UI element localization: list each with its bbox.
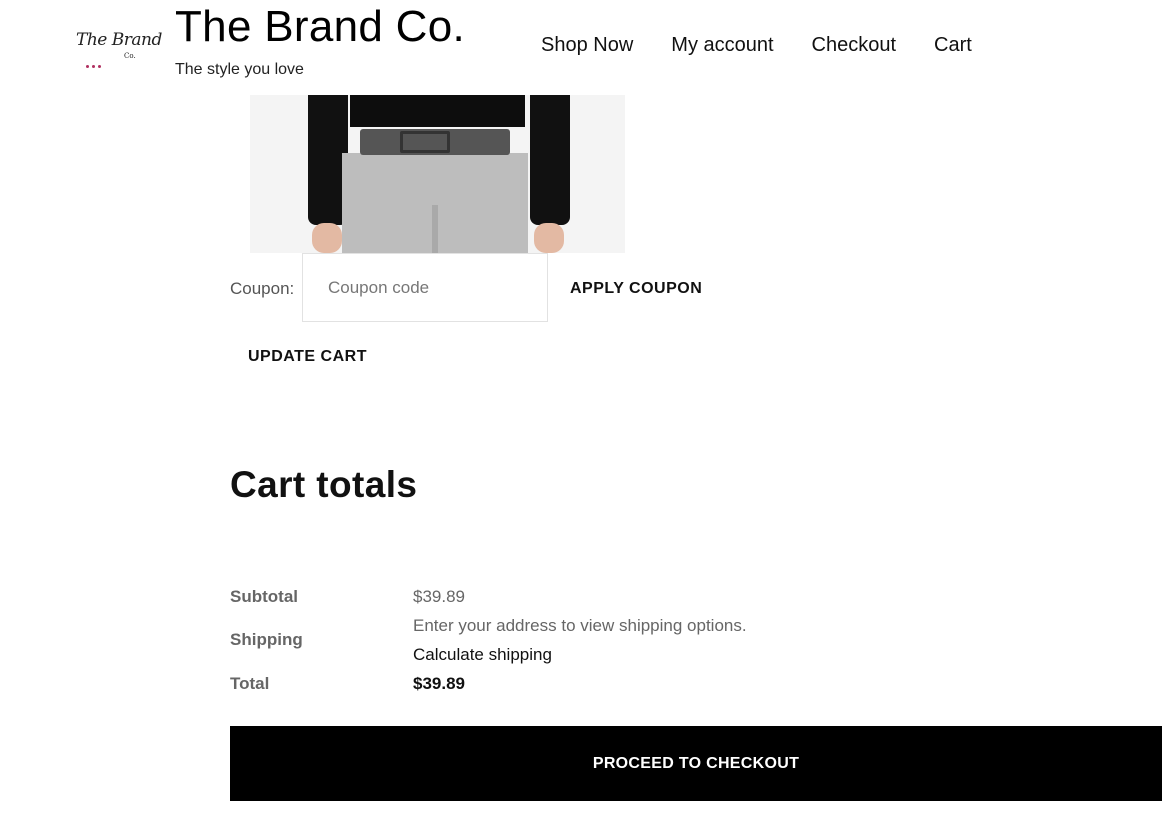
shipping-label: Shipping	[230, 630, 303, 649]
nav-shop-now[interactable]: Shop Now	[541, 34, 633, 57]
belt-buckle	[400, 131, 450, 153]
brand-logo[interactable]: The Brand Co.	[76, 28, 162, 68]
nav-checkout[interactable]: Checkout	[812, 34, 897, 57]
coupon-label: Coupon:	[230, 279, 295, 298]
total-label: Total	[230, 674, 270, 693]
shirt-torso	[350, 95, 525, 127]
site-title[interactable]: The Brand Co.	[175, 2, 465, 52]
cart-totals-heading: Cart totals	[230, 464, 418, 505]
coupon-code-input[interactable]	[302, 253, 548, 322]
product-image[interactable]	[250, 95, 625, 253]
shirt-sleeve-right	[530, 95, 570, 225]
calculate-shipping-link[interactable]: Calculate shipping	[413, 645, 552, 665]
main-nav: Shop Now My account Checkout Cart	[541, 34, 1010, 57]
hand-left	[312, 223, 342, 253]
logo-dots-icon	[86, 55, 104, 73]
update-cart-button[interactable]: UPDATE CART	[248, 348, 367, 366]
nav-cart[interactable]: Cart	[934, 34, 972, 57]
proceed-to-checkout-button[interactable]: PROCEED TO CHECKOUT	[230, 726, 1162, 801]
apply-coupon-button[interactable]: APPLY COUPON	[570, 280, 702, 298]
logo-sub-text: Co.	[124, 52, 136, 60]
site-tagline: The style you love	[175, 61, 304, 78]
nav-my-account[interactable]: My account	[671, 34, 773, 57]
hand-right	[534, 223, 564, 253]
subtotal-value: $39.89	[413, 587, 465, 606]
pants-seam	[432, 205, 438, 253]
total-value: $39.89	[413, 674, 465, 693]
subtotal-label: Subtotal	[230, 587, 298, 606]
site-header: The Brand Co. The Brand Co. The style yo…	[0, 0, 1162, 95]
shipping-note: Enter your address to view shipping opti…	[413, 616, 747, 635]
logo-script-text: The Brand	[76, 30, 162, 50]
